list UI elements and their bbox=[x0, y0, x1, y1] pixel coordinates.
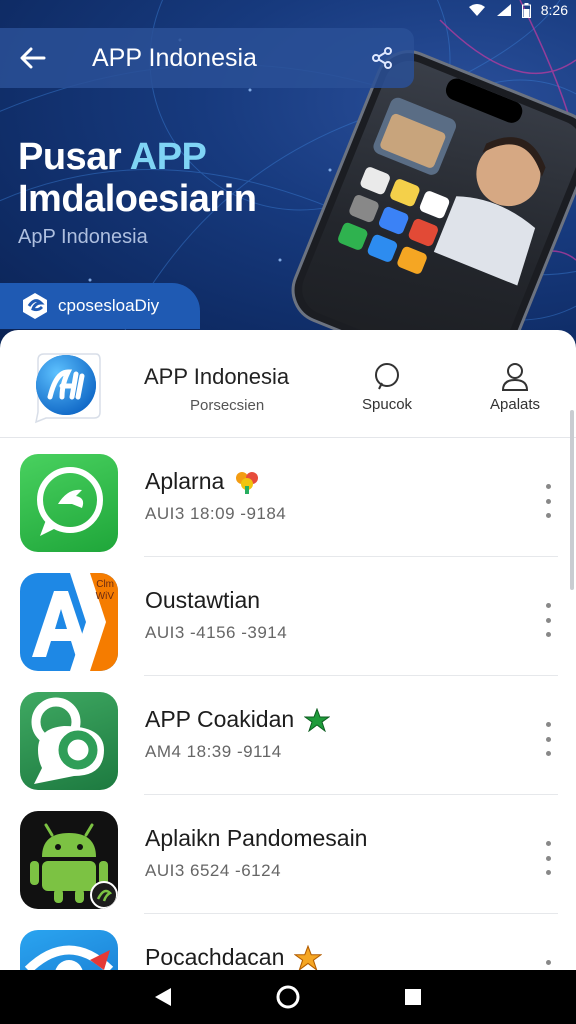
nav-back-button[interactable] bbox=[143, 977, 183, 1017]
hero-banner: APP Indonesia Pusar APP Imdaloesiarin Ap… bbox=[0, 0, 576, 340]
main-sheet: APP Indonesia Porsecsien Spucok Apalats bbox=[0, 330, 576, 970]
more-options-icon[interactable] bbox=[540, 722, 556, 756]
profile-label: Apalats bbox=[490, 396, 541, 413]
list-item[interactable]: Pocachdacan bbox=[0, 914, 576, 970]
list-item[interactable]: APP Coakidan AM4 18:39 -9114 bbox=[0, 676, 576, 795]
list-item[interactable]: Aplaikn Pandomesain AUI3 6524 -6124 bbox=[0, 795, 576, 914]
eye-app-icon bbox=[20, 930, 118, 970]
brand-logo-icon bbox=[23, 293, 47, 319]
list-item-meta: AUI3 -4156 -3914 bbox=[145, 623, 288, 642]
hero-title: Pusar APP Imdaloesiarin bbox=[18, 136, 257, 220]
list-item-title: APP Coakidan bbox=[145, 706, 295, 732]
list-item[interactable]: Clm WiV Oustawtian AUI3 -4156 -3914 bbox=[0, 557, 576, 676]
arrow-left-icon bbox=[20, 47, 46, 69]
more-options-icon[interactable] bbox=[540, 603, 556, 637]
list-item[interactable]: Aplarna AUI3 18:09 -9184 bbox=[0, 438, 576, 557]
search-button[interactable]: Spucok bbox=[362, 362, 412, 413]
app-header-card: APP Indonesia Porsecsien Spucok Apalats bbox=[0, 330, 576, 438]
hero-title-accent: APP bbox=[129, 136, 207, 178]
share-button[interactable] bbox=[370, 46, 394, 70]
person-icon bbox=[502, 363, 529, 391]
battery-icon bbox=[521, 2, 531, 18]
chat-app-icon bbox=[20, 454, 118, 552]
list-item-title: Aplaikn Pandomesain bbox=[145, 825, 368, 851]
android-app-icon bbox=[20, 811, 118, 909]
nav-home-button[interactable] bbox=[268, 977, 308, 1017]
circle-home-icon bbox=[276, 985, 300, 1009]
signal-icon bbox=[496, 3, 512, 17]
letter-a-app-icon: Clm WiV bbox=[20, 573, 118, 671]
hero-title-line1: Pusar bbox=[18, 136, 130, 178]
app-logo-icon[interactable] bbox=[32, 352, 102, 424]
system-nav-bar bbox=[0, 970, 576, 1024]
search-label: Spucok bbox=[362, 396, 413, 413]
more-options-icon[interactable] bbox=[540, 484, 556, 518]
nav-recents-button[interactable] bbox=[393, 977, 433, 1017]
app-bar: APP Indonesia bbox=[0, 28, 414, 88]
back-button[interactable] bbox=[18, 43, 48, 73]
green-star-icon bbox=[304, 707, 331, 732]
square-recents-icon bbox=[405, 989, 422, 1005]
flower-icon bbox=[236, 471, 259, 494]
share-icon bbox=[372, 47, 392, 69]
list-item-title: Pocachdacan bbox=[145, 944, 285, 970]
hero-subtitle: ApP Indonesia bbox=[18, 226, 148, 248]
more-options-icon[interactable] bbox=[540, 841, 556, 875]
header-app-name: APP Indonesia bbox=[144, 364, 290, 389]
brand-badge-label: cposeslоaDiy bbox=[58, 296, 160, 315]
list-item-meta: AUI3 6524 -6124 bbox=[145, 861, 282, 880]
list-item-title: Aplarna bbox=[145, 468, 225, 494]
scrollbar[interactable] bbox=[570, 410, 574, 590]
icon-corner-text: Clm WiV bbox=[95, 579, 114, 602]
list-item-title: Oustawtian bbox=[145, 587, 261, 613]
orange-star-icon bbox=[294, 944, 323, 970]
status-time: 8:26 bbox=[540, 2, 568, 18]
app-list: Aplarna AUI3 18:09 -9184 Clm WiV Oustawt… bbox=[0, 438, 576, 970]
more-options-icon[interactable] bbox=[540, 960, 556, 970]
triangle-back-icon bbox=[154, 988, 171, 1006]
location-chat-app-icon bbox=[20, 692, 118, 790]
status-bar: 8:26 bbox=[0, 0, 576, 20]
header-app-subtitle: Porsecsien bbox=[190, 397, 265, 414]
search-icon bbox=[375, 363, 400, 390]
brand-badge[interactable]: cposeslоaDiy bbox=[0, 283, 200, 329]
wifi-icon bbox=[468, 3, 486, 17]
app-bar-title: APP Indonesia bbox=[92, 43, 257, 72]
profile-button[interactable]: Apalats bbox=[490, 362, 540, 413]
hero-title-line2: Imdaloesiarin bbox=[18, 178, 257, 220]
list-item-meta: AM4 18:39 -9114 bbox=[145, 742, 282, 761]
list-item-meta: AUI3 18:09 -9184 bbox=[145, 504, 287, 523]
